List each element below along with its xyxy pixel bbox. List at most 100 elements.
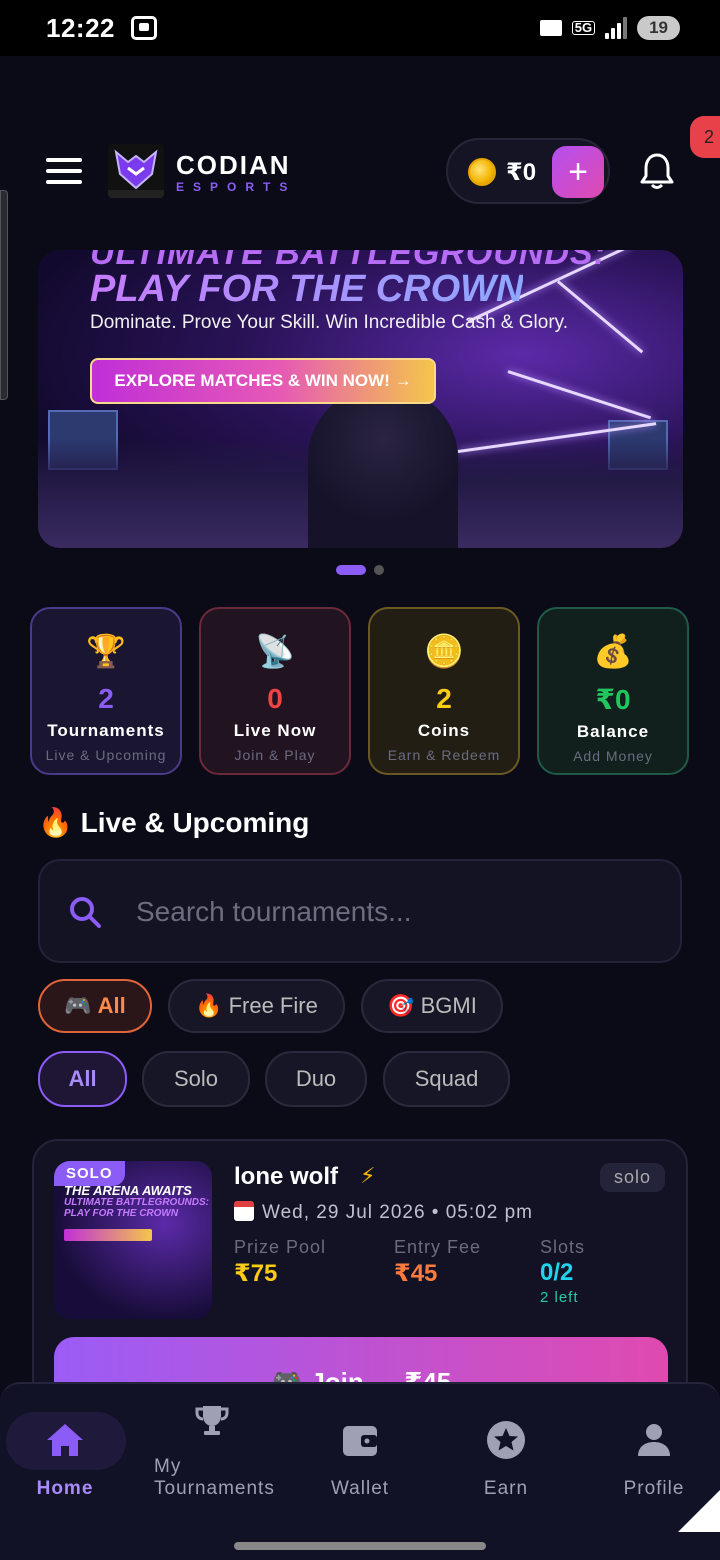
game-filter-free-fire[interactable]: 🔥 Free Fire <box>168 979 345 1033</box>
tournament-thumbnail: SOLO THE ARENA AWAITS ULTIMATE BATTLEGRO… <box>54 1161 212 1319</box>
tournament-name: lone wolf <box>234 1163 338 1190</box>
brand-subtitle: ESPORTS <box>176 180 297 194</box>
menu-button[interactable] <box>46 158 82 184</box>
folder-icon <box>539 20 562 36</box>
stat-value: 0 <box>267 683 283 714</box>
wallet-icon <box>343 1426 377 1456</box>
brand-title: CODIAN <box>176 150 291 180</box>
lightning-icon: ⚡ <box>360 1163 376 1188</box>
game-filter-bgmi[interactable]: 🎯 BGMI <box>361 979 503 1033</box>
bottom-navigation: Home My Tournaments Wallet Earn Profile <box>0 1382 720 1560</box>
search-input[interactable] <box>136 889 656 935</box>
banner-character-image <box>308 388 458 548</box>
stat-title: Live Now <box>233 721 317 740</box>
chip-label: All <box>97 993 126 1018</box>
entry-fee-value: ₹45 <box>394 1260 438 1287</box>
signal-icon <box>605 17 628 39</box>
section-title-text: Live & Upcoming <box>80 807 310 838</box>
stat-title: Coins <box>417 721 471 740</box>
target-icon: 🎯 <box>387 993 415 1018</box>
status-indicators: 5G 19 <box>539 16 680 40</box>
slots-left: 2 left <box>540 1289 579 1306</box>
slots-label: Slots <box>540 1237 586 1257</box>
thumbnail-headline: THE ARENA AWAITS <box>64 1183 192 1198</box>
stat-card-balance[interactable]: 💰 ₹0 Balance Add Money <box>537 607 689 775</box>
carousel-dots <box>336 565 384 575</box>
nav-label: My Tournaments <box>154 1456 275 1499</box>
chip-label: BGMI <box>420 993 477 1018</box>
fire-icon: 🔥 <box>195 993 223 1018</box>
stat-card-live-now[interactable]: 📡 0 Live Now Join & Play <box>199 607 351 775</box>
banner-subtitle: Dominate. Prove Your Skill. Win Incredib… <box>90 312 569 333</box>
battery-indicator: 19 <box>637 16 680 40</box>
stat-title: Balance <box>576 722 650 741</box>
money-bag-icon: 💰 <box>593 633 633 669</box>
promo-banner[interactable]: ULTIMATE BATTLEGROUNDS: PLAY FOR THE CRO… <box>38 250 683 548</box>
nav-earn[interactable]: Earn <box>434 1384 578 1534</box>
tournament-mode-badge: solo <box>600 1163 666 1192</box>
stat-value: 2 <box>436 683 452 714</box>
stat-title: Tournaments <box>47 721 165 740</box>
stat-subtitle: Join & Play <box>234 747 316 763</box>
status-bar: 12:22 5G 19 <box>0 0 720 56</box>
explore-matches-button[interactable]: EXPLORE MATCHES & WIN NOW! → <box>90 358 436 404</box>
stat-value: 2 <box>98 683 114 714</box>
wallet-pill[interactable]: ₹0 + <box>446 138 610 204</box>
status-time: 12:22 <box>46 12 115 43</box>
wallet-amount: ₹0 <box>506 159 537 186</box>
edge-panel-handle[interactable] <box>0 190 8 400</box>
stat-card-coins[interactable]: 🪙 2 Coins Earn & Redeem <box>368 607 520 775</box>
carousel-dot-active[interactable] <box>336 565 366 575</box>
nav-my-tournaments[interactable]: My Tournaments <box>140 1384 284 1534</box>
notification-count-badge[interactable]: 2 <box>690 116 720 158</box>
calendar-icon <box>234 1201 254 1221</box>
coin-icon <box>468 158 496 186</box>
person-icon <box>638 1424 670 1456</box>
chip-label: Free Fire <box>228 993 318 1018</box>
stat-card-tournaments[interactable]: 🏆 2 Tournaments Live & Upcoming <box>30 607 182 775</box>
screen-record-icon <box>131 16 157 40</box>
nav-home[interactable]: Home <box>0 1384 144 1534</box>
star-icon <box>487 1421 525 1459</box>
app-header: CODIAN ESPORTS ₹0 + <box>0 130 720 214</box>
nav-label: Profile <box>623 1478 685 1499</box>
trophy-icon: 🏆 <box>86 633 126 669</box>
satellite-dish-icon: 📡 <box>255 633 295 669</box>
game-filter-all[interactable]: 🎮 All <box>38 979 152 1033</box>
mode-filter-duo[interactable]: Duo <box>265 1051 367 1107</box>
stat-subtitle: Earn & Redeem <box>387 747 501 763</box>
mode-filter-squad[interactable]: Squad <box>383 1051 510 1107</box>
thumbnail-subheadline: ULTIMATE BATTLEGROUNDS: PLAY FOR THE CRO… <box>64 1197 209 1219</box>
search-box[interactable] <box>38 859 682 963</box>
banner-title: PLAY FOR THE CROWN <box>90 268 524 310</box>
brand-logo <box>108 144 164 198</box>
search-icon <box>70 897 101 928</box>
carousel-dot[interactable] <box>374 565 384 575</box>
nav-label: Wallet <box>330 1478 390 1499</box>
prize-pool-value: ₹75 <box>234 1260 278 1287</box>
mode-filter-solo[interactable]: Solo <box>142 1051 250 1107</box>
stat-subtitle: Add Money <box>573 748 653 764</box>
section-title: 🔥 Live & Upcoming <box>38 806 309 839</box>
nav-wallet[interactable]: Wallet <box>288 1384 432 1534</box>
home-icon <box>47 1424 83 1456</box>
mode-filter-all[interactable]: All <box>38 1051 127 1107</box>
trophy-icon <box>195 1406 229 1435</box>
thumbnail-cta-bar <box>64 1229 152 1241</box>
nav-label: Home <box>36 1478 94 1499</box>
network-type: 5G <box>571 21 596 35</box>
nav-label: Earn <box>483 1478 529 1499</box>
prize-pool-label: Prize Pool <box>234 1237 327 1257</box>
coin-icon: 🪙 <box>424 633 464 669</box>
gamepad-icon: 🎮 <box>64 993 92 1018</box>
notification-bell-icon[interactable] <box>640 152 674 190</box>
tournament-date-text: Wed, 29 Jul 2026 • 05:02 pm <box>262 1202 533 1223</box>
add-money-button[interactable]: + <box>552 146 604 198</box>
stat-value: ₹0 <box>595 684 631 715</box>
stat-subtitle: Live & Upcoming <box>45 747 167 763</box>
fire-icon: 🔥 <box>38 807 73 838</box>
gesture-home-bar[interactable] <box>234 1542 486 1550</box>
tournament-date: Wed, 29 Jul 2026 • 05:02 pm <box>234 1201 533 1224</box>
slots-value: 0/2 <box>540 1259 574 1286</box>
entry-fee-label: Entry Fee <box>394 1237 482 1257</box>
